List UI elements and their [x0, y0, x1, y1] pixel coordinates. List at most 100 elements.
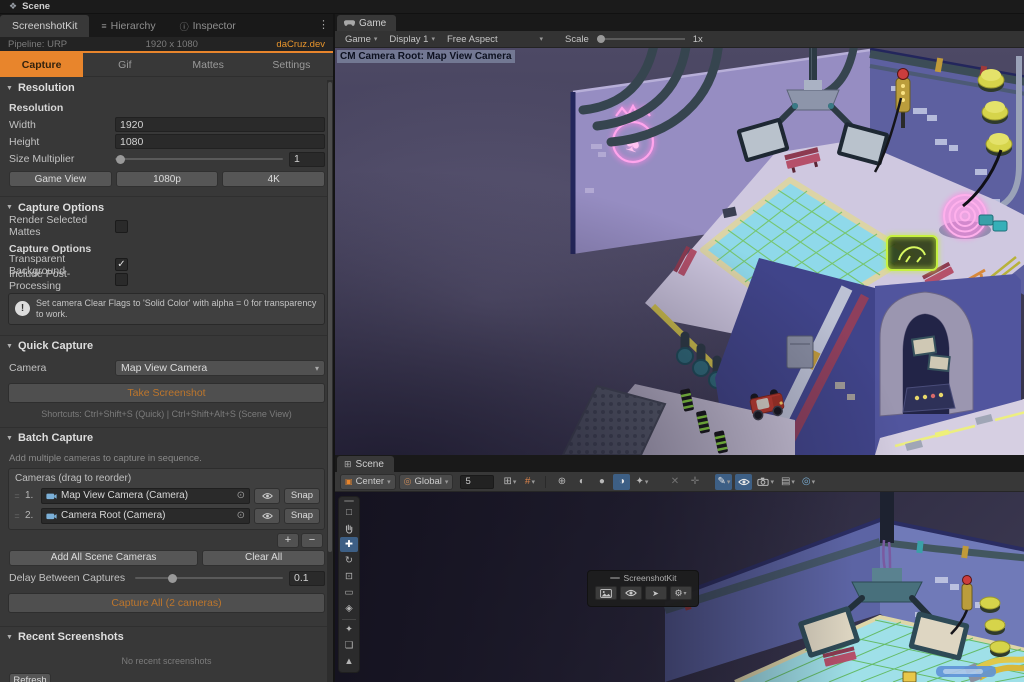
tab-hierarchy[interactable]: ≡ Hierarchy [89, 15, 167, 37]
render-mattes-checkbox[interactable] [115, 220, 128, 233]
rotate-tool-button[interactable]: ↻ [340, 553, 358, 568]
object-picker-icon[interactable]: ⊙ [237, 490, 245, 501]
camera-object-field[interactable]: Map View Camera (Camera) ⊙ [41, 488, 250, 504]
take-screenshot-button[interactable]: Take Screenshot [8, 383, 325, 403]
capture-all-button[interactable]: Capture All (2 cameras) [8, 593, 325, 613]
delay-field[interactable]: 0.1 [289, 571, 325, 586]
overlay-header[interactable]: ScreenshotKit [592, 573, 694, 583]
panel-menu-icon[interactable]: ⋮ [318, 18, 329, 31]
hand-tool-button[interactable] [340, 521, 358, 536]
effects-icon: ✦ [635, 476, 643, 487]
tab-gif[interactable]: Gif [83, 53, 166, 77]
overlay-snap-button[interactable]: ➤ [645, 586, 667, 600]
terrain-tool-button[interactable]: ▲ [340, 654, 358, 669]
custom-tool-button[interactable]: ✦ [340, 622, 358, 637]
overlay-capture-button[interactable] [595, 586, 617, 600]
camera-dropdown[interactable]: Map View Camera ▾ [115, 360, 325, 376]
slider-thumb[interactable] [168, 574, 177, 583]
visibility-toggle[interactable] [735, 474, 752, 490]
preview-eye-button[interactable] [254, 488, 280, 504]
pivot-snap-disabled-button[interactable]: ✛ [686, 474, 703, 490]
refresh-button[interactable]: Refresh [9, 673, 51, 682]
section-batch-capture[interactable]: ▼ Batch Capture [0, 427, 333, 449]
section-resolution-title: Resolution [18, 82, 75, 94]
object-picker-icon[interactable]: ⊙ [237, 510, 245, 521]
camera-list-row[interactable]: = 2. Camera Root (Camera) ⊙ Snap [13, 507, 320, 525]
globe-icon: ◎ [404, 476, 412, 487]
game-mode-dropdown[interactable]: Game ▾ [341, 32, 381, 47]
credit-link[interactable]: daCruz.dev [276, 39, 325, 50]
clear-all-button[interactable]: Clear All [202, 550, 325, 566]
scene-lighting-toggle[interactable]: ⊕ [553, 474, 570, 490]
overlay-preview-button[interactable] [620, 586, 642, 600]
scale-slider[interactable] [597, 38, 685, 40]
skybox-toggle[interactable]: ● [593, 474, 610, 490]
view-tool-button[interactable]: □ [340, 505, 358, 520]
delay-slider[interactable] [135, 571, 283, 586]
game-viewport[interactable]: ♠ ♠ [335, 48, 1024, 455]
paint-tool-dropdown[interactable]: ✎ ▾ [715, 474, 732, 490]
drag-handle-icon[interactable]: = [13, 491, 21, 501]
tab-game[interactable]: Game [337, 15, 396, 31]
screenshotkit-overlay[interactable]: ScreenshotKit ➤ ⚙ [587, 570, 699, 607]
chevron-down-icon: ▾ [531, 478, 535, 486]
transform-tool-button[interactable]: ◈ [340, 601, 358, 616]
preset-1080p-button[interactable]: 1080p [116, 171, 219, 187]
overlay-handle[interactable] [610, 577, 620, 579]
rect-tool-button[interactable]: ▭ [340, 585, 358, 600]
snap-button[interactable]: Snap [284, 508, 320, 524]
camera-settings-dropdown[interactable]: ▾ [755, 474, 776, 490]
snap-disabled-button[interactable]: ✕ [666, 474, 683, 490]
scene-audio-toggle[interactable]: ◐ [573, 474, 590, 490]
layers-dropdown[interactable]: ▤ ▾ [779, 474, 797, 490]
remove-camera-button[interactable]: − [301, 533, 323, 548]
grid-snap-dropdown[interactable]: ⊞ ▾ [501, 474, 518, 490]
size-multiplier-field[interactable]: 1 [289, 152, 325, 167]
section-recent-screenshots[interactable]: ▼ Recent Screenshots [0, 626, 333, 648]
scale-tool-button[interactable]: ⊡ [340, 569, 358, 584]
grid-size-field[interactable]: 5 [460, 475, 494, 489]
orientation-dropdown[interactable]: ◎ Global ▾ [399, 474, 454, 490]
snap-button[interactable]: Snap [284, 488, 320, 504]
slider-thumb[interactable] [116, 155, 125, 164]
scene-viewport[interactable]: □ ✚ ↻ ⊡ ▭ ◈ ✦ ❏ ▲ [335, 492, 1024, 682]
list-add-remove: + − [0, 530, 333, 548]
tab-mattes[interactable]: Mattes [167, 53, 250, 77]
section-resolution[interactable]: ▼ Resolution [0, 77, 333, 99]
camera-list-row[interactable]: = 1. Map View Camera (Camera) ⊙ Snap [13, 487, 320, 505]
no-screenshots-text: No recent screenshots [0, 648, 333, 666]
size-multiplier-slider[interactable] [115, 152, 283, 167]
tab-settings[interactable]: Settings [250, 53, 333, 77]
scale-thumb[interactable] [597, 35, 605, 43]
aspect-dropdown[interactable]: Free Aspect ▾ [443, 32, 547, 47]
drag-handle-icon[interactable]: = [13, 511, 21, 521]
add-camera-button[interactable]: + [277, 533, 299, 548]
effects-dropdown[interactable]: ✦ ▾ [633, 474, 650, 490]
height-field[interactable]: 1080 [115, 134, 325, 149]
width-field[interactable]: 1920 [115, 117, 325, 132]
editor-tool-button[interactable]: ❏ [340, 638, 358, 653]
move-tool-button[interactable]: ✚ [340, 537, 358, 552]
tab-scene[interactable]: ⊞ Scene [337, 456, 394, 472]
view-tool-icon: □ [346, 507, 352, 518]
overlay-settings-button[interactable]: ⚙ ▾ [670, 586, 692, 600]
display-dropdown[interactable]: Display 1 ▾ [385, 32, 439, 47]
tab-capture[interactable]: Capture [0, 53, 83, 77]
gizmos-dropdown[interactable]: ◎ ▾ [800, 474, 817, 490]
fog-toggle[interactable]: ◑ [613, 474, 630, 490]
overlay-drag-handle[interactable] [344, 500, 354, 502]
section-quick-capture[interactable]: ▼ Quick Capture [0, 335, 333, 357]
post-processing-checkbox[interactable] [115, 273, 128, 286]
transparent-bg-checkbox[interactable]: ✓ [115, 258, 128, 271]
tab-screenshotkit[interactable]: ScreenshotKit [0, 15, 89, 37]
pivot-dropdown[interactable]: ▣ Center ▾ [340, 474, 396, 490]
camera-object-field[interactable]: Camera Root (Camera) ⊙ [41, 508, 250, 524]
tab-inspector[interactable]: ⓘ Inspector [168, 15, 248, 37]
preset-game-view-button[interactable]: Game View [9, 171, 112, 187]
preview-eye-button[interactable] [254, 508, 280, 524]
preset-4k-button[interactable]: 4K [222, 171, 325, 187]
camera-icon [757, 477, 769, 486]
increment-snap-dropdown[interactable]: # ▾ [521, 474, 538, 490]
add-all-cameras-button[interactable]: Add All Scene Cameras [9, 550, 198, 566]
scrollbar-thumb[interactable] [328, 82, 332, 552]
